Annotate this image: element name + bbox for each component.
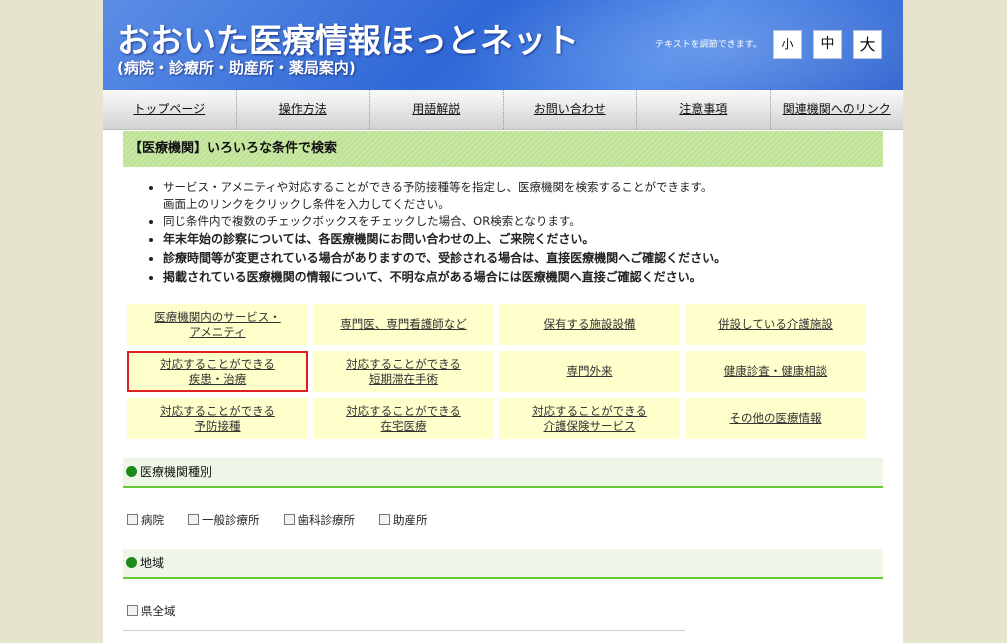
site-subtitle: (病院・診療所・助産所・薬局案内) bbox=[117, 59, 356, 77]
bullet-dot-icon bbox=[126, 557, 137, 568]
facility-type-section-header: 医療機関種別 bbox=[123, 458, 883, 488]
checkbox-label: 病院 bbox=[141, 513, 164, 527]
checkbox[interactable] bbox=[127, 514, 138, 525]
category-label-line: 対応することができる bbox=[346, 403, 461, 418]
category-label-line: 健康診査・健康相談 bbox=[723, 364, 828, 378]
category-link[interactable]: 専門外来 bbox=[499, 351, 680, 392]
category-label-line: その他の医療情報 bbox=[729, 411, 822, 425]
facility-type-title: 医療機関種別 bbox=[140, 465, 213, 479]
category-label: 専門外来 bbox=[567, 364, 613, 379]
site-title[interactable]: おおいた医療情報ほっとネット bbox=[117, 14, 579, 62]
nav-notes[interactable]: 注意事項 bbox=[637, 90, 771, 129]
page-heading: 【医療機関】いろいろな条件で検索 bbox=[123, 131, 883, 167]
page-container: おおいた医療情報ほっとネット (病院・診療所・助産所・薬局案内) テキストを調節… bbox=[103, 0, 903, 643]
checkbox-label: 一般診療所 bbox=[202, 513, 260, 527]
checkbox-label: 歯科診療所 bbox=[297, 513, 356, 527]
category-link[interactable]: 対応することができる 在宅医療 bbox=[313, 398, 494, 439]
checkbox-option[interactable]: 助産所 bbox=[379, 512, 428, 528]
category-label-line: 対応することができる bbox=[160, 403, 275, 418]
nav-related-links[interactable]: 関連機関へのリンク bbox=[771, 90, 904, 129]
note-text: サービス・アメニティや対応することができる予防接種等を指定し、医療機関を検索する… bbox=[163, 180, 713, 194]
category-link[interactable]: 専門医、専門看護師など bbox=[313, 304, 494, 345]
category-link[interactable]: その他の医療情報 bbox=[685, 398, 866, 439]
category-label: 保有する施設設備 bbox=[544, 317, 636, 332]
category-link[interactable]: 健康診査・健康相談 bbox=[685, 351, 866, 392]
category-label: 対応することができる 在宅医療 bbox=[346, 404, 461, 434]
category-label: その他の医療情報 bbox=[730, 411, 822, 426]
nav-how-to-use[interactable]: 操作方法 bbox=[237, 90, 370, 129]
category-label: 対応することができる 介護保険サービス bbox=[532, 404, 647, 434]
bullet-dot-icon bbox=[126, 466, 137, 477]
category-link[interactable]: 対応することができる 介護保険サービス bbox=[499, 398, 680, 439]
checkbox-option[interactable]: 県全域 bbox=[127, 603, 176, 619]
category-label: 併設している介護施設 bbox=[718, 317, 833, 332]
region-options: 県全域 bbox=[127, 603, 200, 619]
region-title: 地域 bbox=[140, 556, 165, 570]
note-item: 年末年始の診察については、各医療機関にお問い合わせの上、ご来院ください。 bbox=[163, 230, 903, 249]
note-text: 同じ条件内で複数のチェックボックスをチェックした場合、OR検索となります。 bbox=[163, 214, 581, 228]
checkbox[interactable] bbox=[283, 514, 295, 525]
category-link[interactable]: 併設している介護施設 bbox=[685, 304, 866, 345]
category-label: 対応することができる 短期滞在手術 bbox=[346, 357, 461, 387]
category-label-line: 疾患・治療 bbox=[188, 371, 247, 386]
note-text: 年末年始の診察については、各医療機関にお問い合わせの上、ご来院ください。 bbox=[163, 232, 595, 246]
category-label: 対応することができる 疾患・治療 bbox=[160, 357, 275, 387]
category-label-line: 予防接種 bbox=[194, 418, 241, 433]
checkbox[interactable] bbox=[188, 514, 199, 525]
text-size-medium-button[interactable]: 中 bbox=[813, 30, 842, 59]
checkbox-label: 助産所 bbox=[393, 513, 428, 527]
category-label-line: 介護保険サービス bbox=[543, 418, 636, 433]
checkbox[interactable] bbox=[127, 605, 138, 616]
category-link[interactable]: 対応することができる 疾患・治療 bbox=[127, 351, 308, 392]
text-size-label: テキストを調節できます。 bbox=[655, 40, 762, 50]
checkbox[interactable] bbox=[379, 514, 390, 525]
notes-list: サービス・アメニティや対応することができる予防接種等を指定し、医療機関を検索する… bbox=[147, 179, 903, 287]
note-text: 診療時間等が変更されている場合がありますので、受診される場合は、直接医療機関へご… bbox=[163, 251, 727, 265]
category-label-line: 在宅医療 bbox=[380, 418, 427, 433]
category-label-line: 医療機関内のサービス・ bbox=[154, 309, 281, 324]
category-label-line: 専門外来 bbox=[566, 364, 613, 378]
category-label-line: 対応することができる bbox=[532, 403, 647, 418]
nav-contact[interactable]: お問い合わせ bbox=[504, 90, 637, 129]
note-item: サービス・アメニティや対応することができる予防接種等を指定し、医療機関を検索する… bbox=[163, 179, 903, 213]
site-header: おおいた医療情報ほっとネット (病院・診療所・助産所・薬局案内) テキストを調節… bbox=[103, 0, 903, 90]
checkbox-option[interactable]: 病院 bbox=[127, 512, 164, 528]
category-label: 医療機関内のサービス・ アメニティ bbox=[154, 310, 281, 340]
category-label-line: 保有する施設設備 bbox=[543, 317, 636, 331]
category-label: 健康診査・健康相談 bbox=[724, 364, 828, 379]
nav-top-page[interactable]: トップページ bbox=[103, 90, 237, 129]
category-link[interactable]: 保有する施設設備 bbox=[499, 304, 680, 345]
category-label: 対応することができる 予防接種 bbox=[160, 404, 275, 434]
category-label-line: 短期滞在手術 bbox=[369, 371, 438, 386]
checkbox-label: 県全域 bbox=[141, 604, 176, 618]
facility-type-options: 病院 一般診療所 歯科診療所 助産所 bbox=[127, 512, 452, 528]
main-nav: トップページ 操作方法 用語解説 お問い合わせ 注意事項 関連機関へのリンク bbox=[103, 90, 903, 130]
nav-glossary[interactable]: 用語解説 bbox=[370, 90, 504, 129]
divider bbox=[123, 630, 685, 631]
category-link[interactable]: 対応することができる 予防接種 bbox=[127, 398, 308, 439]
category-label-line: 対応することができる bbox=[346, 356, 461, 371]
note-item: 掲載されている医療機関の情報について、不明な点がある場合には医療機関へ直接ご確認… bbox=[163, 268, 903, 287]
note-text-continued: 画面上のリンクをクリックし条件を入力してください。 bbox=[163, 197, 450, 211]
category-label-line: 対応することができる bbox=[160, 356, 275, 371]
checkbox-option[interactable]: 歯科診療所 bbox=[283, 512, 356, 528]
note-item: 同じ条件内で複数のチェックボックスをチェックした場合、OR検索となります。 bbox=[163, 213, 903, 230]
note-item: 診療時間等が変更されている場合がありますので、受診される場合は、直接医療機関へご… bbox=[163, 249, 903, 268]
category-link[interactable]: 医療機関内のサービス・ アメニティ bbox=[127, 304, 308, 345]
checkbox-option[interactable]: 一般診療所 bbox=[188, 512, 260, 528]
category-label: 専門医、専門看護師など bbox=[340, 317, 467, 332]
region-section-header: 地域 bbox=[123, 549, 883, 579]
category-link[interactable]: 対応することができる 短期滞在手術 bbox=[313, 351, 494, 392]
category-label-line: 専門医、専門看護師など bbox=[340, 317, 467, 331]
category-label-line: アメニティ bbox=[189, 324, 246, 339]
category-label-line: 併設している介護施設 bbox=[718, 317, 833, 331]
text-size-small-button[interactable]: 小 bbox=[773, 30, 802, 59]
text-size-large-button[interactable]: 大 bbox=[853, 30, 882, 59]
note-text: 掲載されている医療機関の情報について、不明な点がある場合には医療機関へ直接ご確認… bbox=[163, 270, 702, 284]
